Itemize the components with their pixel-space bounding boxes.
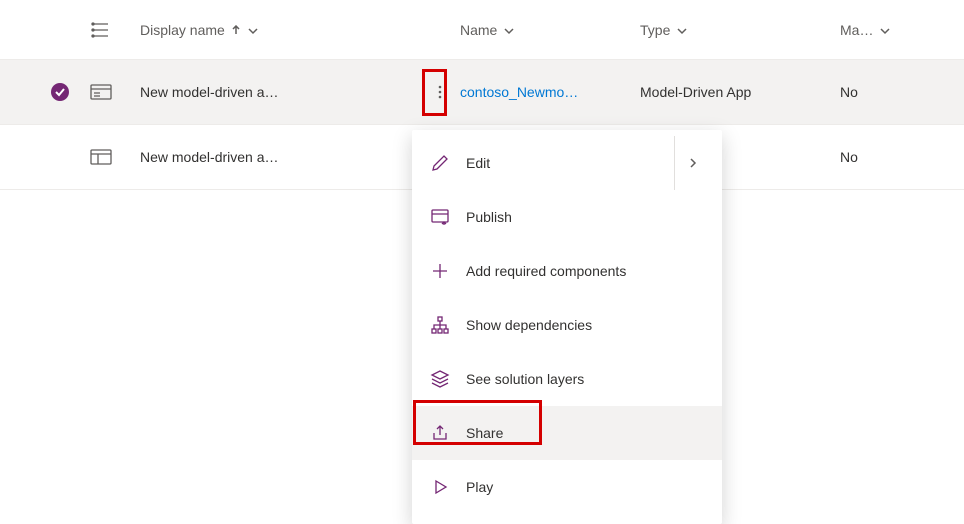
layers-icon	[430, 369, 450, 389]
share-icon	[430, 423, 450, 443]
column-header-label: Ma…	[840, 22, 873, 38]
row-select[interactable]	[30, 83, 90, 101]
column-header-display-name[interactable]: Display name	[140, 22, 420, 38]
edit-icon	[430, 153, 450, 173]
plus-icon	[430, 261, 450, 281]
menu-item-label: Show dependencies	[466, 317, 704, 333]
table-row[interactable]: New model-driven a… contoso_Newmo… Model…	[0, 60, 964, 125]
app-icon	[90, 149, 140, 165]
cell-name: contoso_Newmo…	[460, 84, 640, 100]
cell-type: Model-Driven App	[640, 84, 840, 100]
sort-asc-icon	[231, 22, 241, 38]
column-header-label: Type	[640, 22, 670, 38]
column-header-name[interactable]: Name	[460, 22, 640, 38]
cell-managed: No	[840, 149, 940, 165]
menu-item-label: Share	[466, 425, 704, 441]
menu-item-solution-layers[interactable]: See solution layers	[412, 352, 722, 406]
cell-text: New model-driven a…	[140, 84, 279, 100]
menu-item-label: Publish	[466, 209, 704, 225]
cell-text: No	[840, 149, 858, 165]
hierarchy-icon	[430, 315, 450, 335]
context-menu: Edit Publish Add required components Sho…	[412, 130, 722, 524]
menu-item-label: Add required components	[466, 263, 704, 279]
play-icon	[430, 477, 450, 497]
chevron-down-icon	[247, 24, 259, 36]
cell-managed: No	[840, 84, 940, 100]
checkmark-icon	[51, 83, 69, 101]
app-icon	[90, 84, 140, 100]
menu-item-play[interactable]: Play	[412, 460, 722, 514]
column-header-label: Name	[460, 22, 497, 38]
submenu-indicator[interactable]	[674, 136, 710, 190]
column-header-type[interactable]: Type	[640, 22, 840, 38]
menu-item-label: See solution layers	[466, 371, 704, 387]
cell-text[interactable]: contoso_Newmo…	[460, 84, 578, 100]
cell-display-name[interactable]: New model-driven a…	[140, 149, 420, 165]
menu-item-dependencies[interactable]: Show dependencies	[412, 298, 722, 352]
cell-display-name[interactable]: New model-driven a…	[140, 84, 420, 100]
cell-text: New model-driven a…	[140, 149, 279, 165]
more-actions-button[interactable]	[426, 74, 454, 110]
column-header-managed[interactable]: Ma…	[840, 22, 940, 38]
chevron-down-icon	[503, 24, 515, 36]
column-header-label: Display name	[140, 22, 225, 38]
menu-item-publish[interactable]: Publish	[412, 190, 722, 244]
cell-actions	[420, 74, 460, 110]
menu-item-edit[interactable]: Edit	[412, 136, 722, 190]
column-icon-header[interactable]	[90, 21, 140, 39]
chevron-down-icon	[676, 24, 688, 36]
table-header: Display name Name Type Ma…	[0, 0, 964, 60]
menu-item-add-required[interactable]: Add required components	[412, 244, 722, 298]
menu-item-share[interactable]: Share	[412, 406, 722, 460]
publish-icon	[430, 207, 450, 227]
chevron-down-icon	[879, 24, 891, 36]
cell-text: Model-Driven App	[640, 84, 751, 100]
menu-item-label: Edit	[466, 155, 704, 171]
menu-item-label: Play	[466, 479, 704, 495]
cell-text: No	[840, 84, 858, 100]
